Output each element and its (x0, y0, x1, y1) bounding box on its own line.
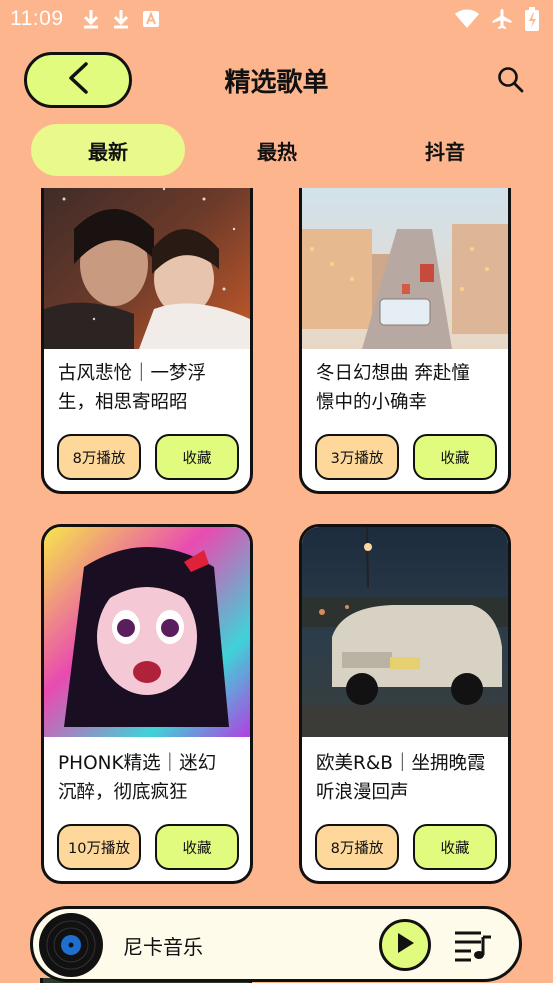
favorite-button[interactable]: 收藏 (413, 824, 497, 870)
battery-charging-icon (525, 7, 539, 31)
download-icon (82, 8, 100, 30)
playlist-title: PHONK精选｜迷幻 沉醉，彻底疯狂 (58, 749, 240, 807)
play-count-badge: 8万播放 (315, 824, 399, 870)
playlist-title-line: 沉醉，彻底疯狂 (58, 782, 188, 803)
playlist-card[interactable]: PHONK精选｜迷幻 沉醉，彻底疯狂 10万播放 收藏 (41, 524, 253, 884)
play-button[interactable] (379, 919, 431, 971)
playlist-title-line: PHONK精选｜迷幻 (58, 753, 217, 774)
tab-douyin[interactable]: 抖音 (368, 124, 522, 176)
favorite-button[interactable]: 收藏 (155, 824, 239, 870)
airplane-icon (491, 8, 513, 30)
playlist-card[interactable]: 古风悲怆｜一梦浮 生，相思寄昭昭 8万播放 收藏 (41, 188, 253, 494)
playlist-cover-image (302, 188, 508, 349)
tab-latest[interactable]: 最新 (31, 124, 185, 176)
playlist-card[interactable]: 欧美R&B｜坐拥晚霞 听浪漫回声 8万播放 收藏 (299, 524, 511, 884)
playlist-title-line: 憬中的小确幸 (316, 392, 428, 413)
playlist-title: 古风悲怆｜一梦浮 生，相思寄昭昭 (58, 359, 240, 417)
play-count-badge: 10万播放 (57, 824, 141, 870)
status-bar: 11:09 (0, 0, 553, 38)
app-store-icon (142, 10, 160, 28)
playlist-grid[interactable]: 古风悲怆｜一梦浮 生，相思寄昭昭 8万播放 收藏 冬日幻想曲 奔赴憧 憬中的小确… (0, 188, 553, 908)
playlist-cover-image (302, 527, 508, 737)
playlist-title-line: 古风悲怆｜一梦浮 (58, 363, 207, 384)
playlist-title: 欧美R&B｜坐拥晚霞 听浪漫回声 (316, 749, 498, 807)
wifi-icon (455, 9, 479, 29)
playlist-cover-image (44, 527, 250, 737)
search-button[interactable] (497, 66, 525, 94)
search-icon (497, 67, 525, 98)
player-track-name: 尼卡音乐 (123, 935, 203, 959)
tab-bar: 最新 最热 抖音 (0, 124, 553, 178)
play-count-badge: 8万播放 (57, 434, 141, 480)
playlist-icon (453, 931, 493, 967)
playlist-cover-image (44, 188, 250, 349)
favorite-button[interactable]: 收藏 (413, 434, 497, 480)
playlist-button[interactable] (453, 927, 493, 963)
download-icon (112, 8, 130, 30)
playlist-title: 冬日幻想曲 奔赴憧 憬中的小确幸 (316, 359, 498, 417)
page-title: 精选歌单 (224, 68, 329, 98)
header: 精选歌单 (0, 50, 553, 110)
vinyl-disc-icon (38, 912, 104, 978)
mini-player[interactable]: 尼卡音乐 (30, 906, 522, 982)
tab-hottest[interactable]: 最热 (200, 124, 354, 176)
favorite-button[interactable]: 收藏 (155, 434, 239, 480)
playlist-title-line: 生，相思寄昭昭 (58, 392, 188, 413)
play-count-badge: 3万播放 (315, 434, 399, 480)
playlist-title-line: 听浪漫回声 (316, 782, 409, 803)
play-icon (394, 931, 416, 959)
playlist-title-line: 欧美R&B｜坐拥晚霞 (316, 753, 486, 774)
playlist-card[interactable]: 冬日幻想曲 奔赴憧 憬中的小确幸 3万播放 收藏 (299, 188, 511, 494)
playlist-title-line: 冬日幻想曲 奔赴憧 (316, 363, 470, 384)
status-time: 11:09 (10, 7, 64, 30)
